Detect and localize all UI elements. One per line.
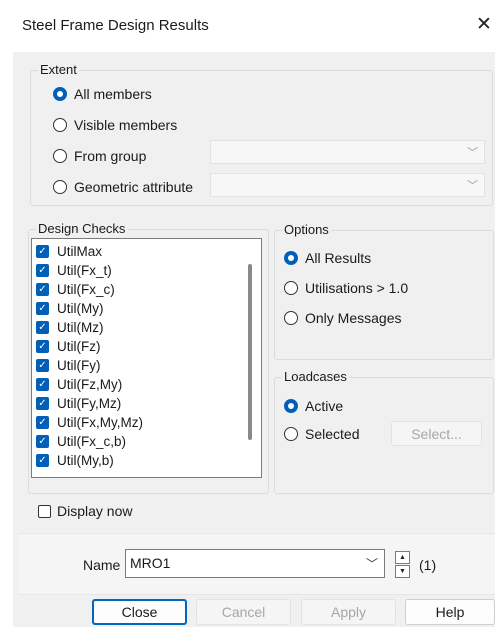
options-all-results-radio[interactable]: All Results [284, 250, 371, 266]
check-item[interactable]: ✓ Util(Fz,My) [36, 377, 122, 392]
check-item-label: Util(My,b) [57, 453, 114, 468]
spin-down-icon[interactable]: ▼ [395, 565, 410, 578]
check-item-label: Util(Mz) [57, 320, 104, 335]
chevron-down-icon: ﹀ [467, 147, 478, 159]
apply-button: Apply [301, 599, 396, 625]
extent-visible-members-radio[interactable]: Visible members [53, 117, 177, 133]
loadcases-active-radio[interactable]: Active [284, 398, 343, 414]
checkbox-checked-icon: ✓ [36, 359, 49, 372]
checkbox-checked-icon: ✓ [36, 416, 49, 429]
radio-unchecked-icon [53, 180, 67, 194]
check-item[interactable]: ✓ Util(Fx_c) [36, 282, 115, 297]
loadcases-group-label: Loadcases [282, 369, 349, 384]
radio-unchecked-icon [284, 427, 298, 441]
spin-up-icon[interactable]: ▲ [395, 551, 410, 564]
radio-unchecked-icon [53, 118, 67, 132]
check-item-label: Util(Fx_c) [57, 282, 115, 297]
checkbox-checked-icon: ✓ [36, 397, 49, 410]
checkbox-checked-icon: ✓ [36, 454, 49, 467]
check-item-label: Util(Fx,My,Mz) [57, 415, 143, 430]
options-group-label: Options [282, 222, 331, 237]
check-item-label: Util(My) [57, 301, 104, 316]
extent-from-group-label: From group [74, 148, 147, 164]
chevron-down-icon: ﹀ [467, 180, 478, 192]
check-item-label: Util(Fy,Mz) [57, 396, 122, 411]
check-item-label: Util(Fx_c,b) [57, 434, 127, 449]
options-all-results-label: All Results [305, 250, 372, 266]
checkbox-checked-icon: ✓ [36, 283, 49, 296]
check-item[interactable]: ✓ Util(Fx,My,Mz) [36, 415, 143, 430]
checkbox-checked-icon: ✓ [36, 245, 49, 258]
check-item[interactable]: ✓ Util(Fx_t) [36, 263, 112, 278]
extent-all-members-label: All members [74, 86, 152, 102]
list-scrollbar[interactable] [248, 264, 252, 440]
checkbox-checked-icon: ✓ [36, 435, 49, 448]
check-item[interactable]: ✓ Util(Fz) [36, 339, 101, 354]
display-now-checkbox[interactable]: Display now [38, 503, 132, 519]
check-item[interactable]: ✓ Util(My) [36, 301, 104, 316]
check-item[interactable]: ✓ Util(Mz) [36, 320, 104, 335]
steel-frame-design-results-dialog: Steel Frame Design Results ✕ Extent All … [0, 0, 495, 627]
name-value: MRO1 [130, 555, 171, 571]
name-combo[interactable]: MRO1 ﹀ [125, 549, 385, 578]
options-only-messages-label: Only Messages [305, 310, 402, 326]
checkbox-unchecked-icon [38, 504, 51, 518]
cancel-button: Cancel [196, 599, 291, 625]
close-button[interactable]: Close [92, 599, 187, 625]
checkbox-checked-icon: ✓ [36, 302, 49, 315]
options-utilisations-radio[interactable]: Utilisations > 1.0 [284, 280, 408, 296]
check-item-label: Util(Fz,My) [57, 377, 123, 392]
radio-checked-icon [284, 251, 298, 265]
check-item[interactable]: ✓ Util(My,b) [36, 453, 114, 468]
check-item-label: UtilMax [57, 244, 103, 259]
chevron-down-icon[interactable]: ﹀ [366, 555, 378, 572]
extent-geometric-attribute-radio[interactable]: Geometric attribute [53, 179, 193, 195]
design-checks-group-label: Design Checks [36, 221, 128, 236]
check-item-label: Util(Fz) [57, 339, 101, 354]
loadcases-selected-radio[interactable]: Selected [284, 426, 359, 442]
extent-visible-members-label: Visible members [74, 117, 178, 133]
options-utilisations-label: Utilisations > 1.0 [305, 280, 409, 296]
radio-unchecked-icon [53, 149, 67, 163]
checkbox-checked-icon: ✓ [36, 378, 49, 391]
help-button[interactable]: Help [405, 599, 495, 625]
design-checks-list[interactable]: ✓ UtilMax ✓ Util(Fx_t) ✓ Util(Fx_c) ✓ Ut… [31, 238, 262, 478]
radio-checked-icon [53, 87, 67, 101]
display-now-label: Display now [57, 503, 133, 519]
checkbox-checked-icon: ✓ [36, 340, 49, 353]
dialog-title: Steel Frame Design Results [22, 17, 209, 34]
check-item[interactable]: ✓ Util(Fx_c,b) [36, 434, 126, 449]
group-combo: ﹀ [210, 140, 485, 164]
check-item[interactable]: ✓ Util(Fy) [36, 358, 101, 373]
checkbox-checked-icon: ✓ [36, 264, 49, 277]
extent-geometric-attribute-label: Geometric attribute [74, 179, 194, 195]
name-label: Name [83, 557, 121, 573]
radio-unchecked-icon [284, 281, 298, 295]
loadcases-selected-label: Selected [305, 426, 360, 442]
checkbox-checked-icon: ✓ [36, 321, 49, 334]
radio-checked-icon [284, 399, 298, 413]
extent-group-label: Extent [38, 62, 79, 77]
radio-unchecked-icon [284, 311, 298, 325]
check-item[interactable]: ✓ Util(Fy,Mz) [36, 396, 121, 411]
name-count: (1) [419, 557, 437, 573]
check-item-label: Util(Fy) [57, 358, 101, 373]
geometric-attribute-combo: ﹀ [210, 173, 485, 197]
name-spinner[interactable]: ▲ ▼ [395, 551, 410, 579]
extent-from-group-radio[interactable]: From group [53, 148, 146, 164]
options-only-messages-radio[interactable]: Only Messages [284, 310, 401, 326]
loadcases-select-button: Select... [391, 421, 482, 446]
check-item[interactable]: ✓ UtilMax [36, 244, 102, 259]
extent-all-members-radio[interactable]: All members [53, 86, 152, 102]
loadcases-active-label: Active [305, 398, 344, 414]
check-item-label: Util(Fx_t) [57, 263, 112, 278]
close-icon[interactable]: ✕ [476, 13, 492, 36]
title-bar: Steel Frame Design Results ✕ [0, 0, 495, 52]
